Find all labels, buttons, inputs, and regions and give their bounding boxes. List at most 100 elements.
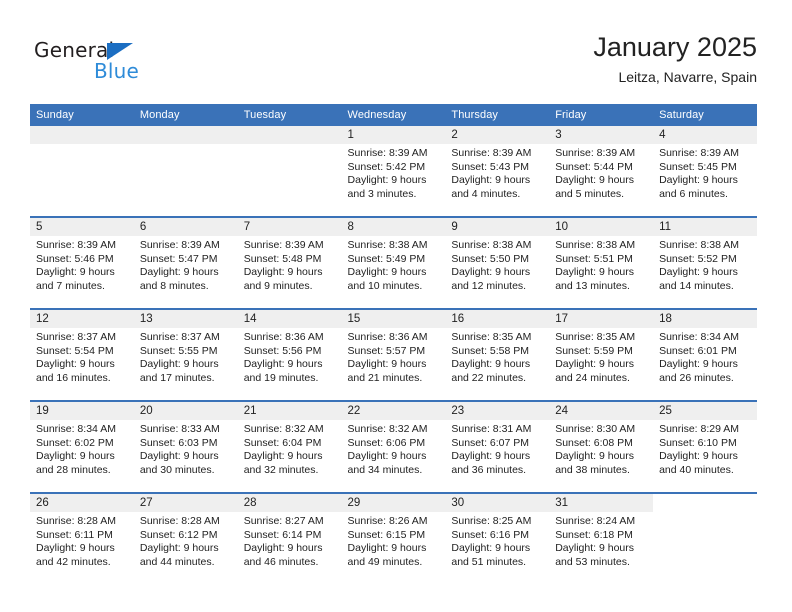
calendar-day-cell[interactable]: 4 Sunrise: 8:39 AM Sunset: 5:45 PM Daylight… [653,126,757,217]
calendar-body: 1 Sunrise: 8:39 AM Sunset: 5:42 PM Daylight… [30,126,757,584]
daylight-line-1: Daylight: 9 hours [243,266,323,279]
daylight-line-1: Daylight: 9 hours [347,174,427,187]
sunset-time: Sunset: 6:04 PM [243,436,322,449]
general-blue-logo[interactable]: General Blue [34,38,214,96]
calendar-day-cell[interactable]: 19 Sunrise: 8:34 AM Sunset: 6:02 PM Dayligh… [30,400,134,493]
daylight-line-1: Daylight: 9 hours [347,542,427,555]
calendar-day-cell[interactable]: 9 Sunrise: 8:38 AM Sunset: 5:50 PM Daylight… [445,216,550,309]
daylight-line-2: and 21 minutes. [347,371,423,384]
day-number: 3 [549,126,654,144]
day-number: 10 [549,218,654,236]
calendar-day-cell[interactable]: 5 Sunrise: 8:39 AM Sunset: 5:46 PM Daylight… [30,216,134,309]
calendar-day-cell[interactable]: 15 Sunrise: 8:36 AM Sunset: 5:57 PM Dayligh… [341,308,446,401]
day-details: Sunrise: 8:35 AM Sunset: 5:59 PM Daylight:… [549,328,653,385]
calendar-day-cell[interactable]: 12 Sunrise: 8:37 AM Sunset: 5:54 PM Dayligh… [30,308,134,401]
sunset-time: Sunset: 5:42 PM [347,160,426,173]
calendar-day-cell[interactable]: 22 Sunrise: 8:32 AM Sunset: 6:06 PM Dayligh… [341,400,446,493]
logo-text-blue: Blue [94,59,140,83]
calendar-day-cell[interactable]: 21 Sunrise: 8:32 AM Sunset: 6:04 PM Dayligh… [237,400,342,493]
calendar-day-cell[interactable]: 7 Sunrise: 8:39 AM Sunset: 5:48 PM Daylight… [237,216,342,309]
day-details: Sunrise: 8:35 AM Sunset: 5:58 PM Daylight:… [445,328,549,385]
day-number: 11 [653,218,757,236]
day-number: 29 [341,494,446,512]
daylight-line-1: Daylight: 9 hours [451,542,531,555]
calendar-day-cell[interactable]: 16 Sunrise: 8:35 AM Sunset: 5:58 PM Dayligh… [445,308,550,401]
calendar-day-cell[interactable]: 6 Sunrise: 8:39 AM Sunset: 5:47 PM Daylight… [133,216,238,309]
day-details: Sunrise: 8:39 AM Sunset: 5:43 PM Daylight:… [445,144,549,201]
calendar-day-cell[interactable]: 10 Sunrise: 8:38 AM Sunset: 5:51 PM Dayligh… [549,216,654,309]
day-details [653,512,757,515]
day-number: 17 [549,310,654,328]
calendar-week-row: 26 Sunrise: 8:28 AM Sunset: 6:11 PM Dayligh… [30,492,757,584]
calendar-day-cell[interactable]: 20 Sunrise: 8:33 AM Sunset: 6:03 PM Dayligh… [133,400,238,493]
day-details: Sunrise: 8:28 AM Sunset: 6:12 PM Daylight:… [134,512,238,569]
day-number: 1 [341,126,446,144]
calendar-day-cell[interactable]: 26 Sunrise: 8:28 AM Sunset: 6:11 PM Dayligh… [30,492,134,584]
sunset-time: Sunset: 6:18 PM [555,528,633,541]
calendar-day-cell[interactable]: 28 Sunrise: 8:27 AM Sunset: 6:14 PM Dayligh… [237,492,342,584]
weekday-header-sunday: Sunday [30,104,134,126]
sunrise-time: Sunrise: 8:30 AM [555,423,636,435]
day-number: 9 [445,218,550,236]
sunset-time: Sunset: 5:52 PM [659,252,737,265]
calendar-day-cell[interactable]: 18 Sunrise: 8:34 AM Sunset: 6:01 PM Dayligh… [653,308,757,401]
daylight-line-1: Daylight: 9 hours [36,358,115,371]
sunset-time: Sunset: 6:12 PM [139,528,218,541]
sunrise-time: Sunrise: 8:25 AM [451,515,532,527]
sunrise-time: Sunrise: 8:24 AM [555,515,636,527]
calendar-day-cell[interactable]: 31 Sunrise: 8:24 AM Sunset: 6:18 PM Dayligh… [549,492,654,584]
daylight-line-1: Daylight: 9 hours [243,542,323,555]
daylight-line-1: Daylight: 9 hours [451,358,531,371]
day-details: Sunrise: 8:32 AM Sunset: 6:06 PM Daylight:… [342,420,446,477]
sunrise-time: Sunrise: 8:35 AM [555,331,636,343]
calendar-day-cell[interactable]: 14 Sunrise: 8:36 AM Sunset: 5:56 PM Dayligh… [237,308,342,401]
daylight-line-2: and 42 minutes. [36,555,111,568]
day-details: Sunrise: 8:31 AM Sunset: 6:07 PM Daylight:… [445,420,549,477]
day-number: 27 [133,494,238,512]
daylight-line-2: and 38 minutes. [555,463,630,476]
sunset-time: Sunset: 5:50 PM [451,252,530,265]
daylight-line-2: and 16 minutes. [36,371,111,384]
day-details: Sunrise: 8:36 AM Sunset: 5:56 PM Daylight:… [238,328,342,385]
daylight-line-2: and 24 minutes. [555,371,630,384]
calendar-day-cell[interactable]: 23 Sunrise: 8:31 AM Sunset: 6:07 PM Dayligh… [445,400,550,493]
day-details: Sunrise: 8:39 AM Sunset: 5:42 PM Daylight:… [342,144,446,201]
day-number: 18 [653,310,757,328]
calendar-day-cell[interactable]: 24 Sunrise: 8:30 AM Sunset: 6:08 PM Dayligh… [549,400,654,493]
day-number: 12 [30,310,134,328]
daylight-line-1: Daylight: 9 hours [347,358,427,371]
sunrise-time: Sunrise: 8:36 AM [347,331,428,343]
day-number: 14 [237,310,342,328]
page-header: General Blue January 2025 Leitza, Navarr… [30,30,757,98]
daylight-line-1: Daylight: 9 hours [451,450,531,463]
calendar-day-cell[interactable]: 30 Sunrise: 8:25 AM Sunset: 6:16 PM Dayligh… [445,492,550,584]
day-details: Sunrise: 8:27 AM Sunset: 6:14 PM Daylight:… [238,512,342,569]
daylight-line-1: Daylight: 9 hours [139,542,219,555]
calendar-day-cell[interactable]: 2 Sunrise: 8:39 AM Sunset: 5:43 PM Daylight… [445,126,550,217]
calendar-day-cell[interactable]: 25 Sunrise: 8:29 AM Sunset: 6:10 PM Dayligh… [653,400,757,493]
calendar-day-cell[interactable]: 17 Sunrise: 8:35 AM Sunset: 5:59 PM Dayligh… [549,308,654,401]
daylight-line-2: and 12 minutes. [451,279,527,292]
daylight-line-1: Daylight: 9 hours [659,358,738,371]
sunset-time: Sunset: 6:11 PM [36,528,113,541]
calendar-day-cell[interactable]: 3 Sunrise: 8:39 AM Sunset: 5:44 PM Daylight… [549,126,654,217]
day-number: 16 [445,310,550,328]
calendar-day-cell[interactable]: 8 Sunrise: 8:38 AM Sunset: 5:49 PM Daylight… [341,216,446,309]
daylight-line-2: and 4 minutes. [451,187,521,200]
calendar-day-cell[interactable]: 11 Sunrise: 8:38 AM Sunset: 5:52 PM Dayligh… [653,216,757,309]
day-details: Sunrise: 8:26 AM Sunset: 6:15 PM Daylight:… [342,512,446,569]
page-subtitle: Leitza, Navarre, Spain [618,69,757,85]
day-details [238,144,342,147]
daylight-line-2: and 46 minutes. [243,555,319,568]
sunset-time: Sunset: 5:56 PM [243,344,322,357]
calendar-day-cell[interactable]: 13 Sunrise: 8:37 AM Sunset: 5:55 PM Dayligh… [133,308,238,401]
sunrise-time: Sunrise: 8:37 AM [139,331,220,343]
daylight-line-1: Daylight: 9 hours [347,266,427,279]
daylight-line-2: and 49 minutes. [347,555,423,568]
page-title: January 2025 [593,32,757,62]
calendar-day-cell[interactable]: 1 Sunrise: 8:39 AM Sunset: 5:42 PM Daylight… [341,126,446,217]
day-details: Sunrise: 8:32 AM Sunset: 6:04 PM Daylight:… [238,420,342,477]
calendar-day-cell[interactable]: 27 Sunrise: 8:28 AM Sunset: 6:12 PM Dayligh… [133,492,238,584]
day-number: 28 [237,494,342,512]
calendar-day-cell[interactable]: 29 Sunrise: 8:26 AM Sunset: 6:15 PM Dayligh… [341,492,446,584]
